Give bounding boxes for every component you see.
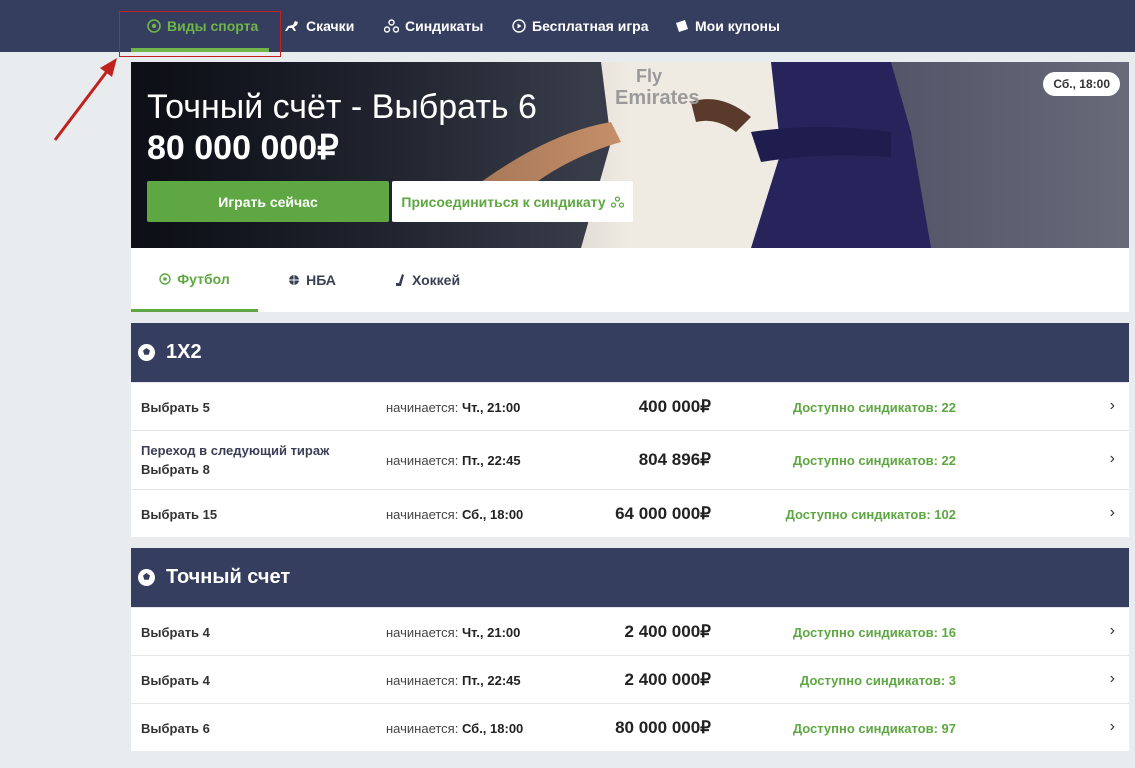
chevron-right-icon[interactable]: › [1110,670,1115,688]
play-circle-icon [512,19,526,33]
chevron-right-icon[interactable]: › [1110,397,1115,415]
game-row[interactable]: Выбрать 4 начинается: Чт., 21:00 2 400 0… [131,607,1129,655]
game-prize: 80 000 000₽ [615,718,711,737]
game-prize: 400 000₽ [638,397,711,416]
game-prize: 64 000 000₽ [615,504,711,523]
game-section-correct-score: Точный счет Выбрать 4 начинается: Чт., 2… [131,548,1129,751]
game-start-time: начинается: Чт., 21:00 [386,400,521,415]
tab-label: НБА [306,272,336,288]
section-title: Точный счет [166,566,291,588]
game-start-time: начинается: Сб., 18:00 [386,507,524,522]
syndicates-available[interactable]: Доступно синдикатов: 22 [793,453,956,468]
hockey-stick-icon [395,274,404,286]
nav-item-syndicates[interactable]: Синдикаты [384,0,483,52]
section-header: Точный счет [131,548,1129,607]
soccer-ball-icon [138,344,155,361]
game-name: Выбрать 5 [141,400,210,415]
tab-football[interactable]: Футбол [131,248,258,312]
basketball-icon [289,275,300,285]
syndicate-icon [384,19,399,33]
game-prize: 2 400 000₽ [624,670,711,689]
syndicates-available[interactable]: Доступно синдикатов: 22 [793,400,956,415]
game-name: Переход в следующий тираж Выбрать 8 [141,443,330,477]
draw-date-badge: Сб., 18:00 [1043,72,1120,96]
join-syndicate-button[interactable]: Присоединиться к синдикату [392,181,633,222]
banner-jackpot-amount: 80 000 000₽ [147,129,339,167]
banner-title: Точный счёт - Выбрать 6 [147,88,537,126]
game-start-time: начинается: Пт., 22:45 [386,453,521,468]
game-start-time: начинается: Сб., 18:00 [386,721,524,736]
chevron-right-icon[interactable]: › [1110,718,1115,736]
annotation-highlight-box [119,11,281,57]
nav-item-my-coupons[interactable]: Мои купоны [674,0,780,52]
tab-hockey[interactable]: Хоккей [389,248,465,312]
game-name: Выбрать 4 [141,625,210,640]
syndicates-available[interactable]: Доступно синдикатов: 16 [793,625,956,640]
soccer-ball-icon [159,272,171,285]
syndicate-icon [610,195,624,208]
nav-item-label: Синдикаты [405,18,484,34]
section-header: 1X2 [131,323,1129,382]
game-prize: 804 896₽ [638,450,711,469]
jersey-text-sponsor: Emirates [615,87,700,109]
jackpot-banner: Fly Emirates Точный счёт - Выбрать 6 80 … [131,62,1129,248]
chevron-right-icon[interactable]: › [1110,504,1115,522]
jersey-text-fly: Fly [636,66,662,86]
game-prize: 2 400 000₽ [624,622,711,641]
chevron-right-icon[interactable]: › [1110,622,1115,640]
nav-item-horse-racing[interactable]: Скачки [284,0,354,52]
tab-label: Футбол [177,270,230,287]
game-start-time: начинается: Чт., 21:00 [386,625,521,640]
coupon-icon [676,20,688,32]
game-row[interactable]: Выбрать 15 начинается: Сб., 18:00 64 000… [131,489,1129,537]
section-title: 1X2 [166,341,202,363]
game-row[interactable]: Выбрать 6 начинается: Сб., 18:00 80 000 … [131,703,1129,751]
nav-item-label: Скачки [306,18,355,34]
nav-item-label: Мои купоны [695,18,780,34]
play-now-button[interactable]: Играть сейчас [147,181,389,222]
game-row[interactable]: Выбрать 5 начинается: Чт., 21:00 400 000… [131,382,1129,430]
syndicates-available[interactable]: Доступно синдикатов: 3 [800,673,956,688]
soccer-ball-icon [138,569,155,586]
nav-item-label: Бесплатная игра [532,18,649,34]
join-syndicate-label: Присоединиться к синдикату [401,193,606,210]
game-section-1x2: 1X2 Выбрать 5 начинается: Чт., 21:00 400… [131,323,1129,537]
game-row[interactable]: Выбрать 4 начинается: Пт., 22:45 2 400 0… [131,655,1129,703]
tab-nba[interactable]: НБА [276,248,348,312]
rollover-note: Переход в следующий тираж [141,443,330,458]
tab-label: Хоккей [411,272,461,288]
game-name: Выбрать 15 [141,507,218,522]
syndicates-available[interactable]: Доступно синдикатов: 102 [786,507,956,522]
nav-item-free-game[interactable]: Бесплатная игра [512,0,649,52]
chevron-right-icon[interactable]: › [1110,450,1115,468]
game-row[interactable]: Переход в следующий тираж Выбрать 8 начин… [131,430,1129,489]
horse-icon [285,21,298,31]
syndicates-available[interactable]: Доступно синдикатов: 97 [793,721,956,736]
game-name: Выбрать 4 [141,673,210,688]
sport-tabs: Футбол НБА Хоккей [131,248,1129,312]
game-name: Выбрать 6 [141,721,210,736]
game-start-time: начинается: Пт., 22:45 [386,673,521,688]
